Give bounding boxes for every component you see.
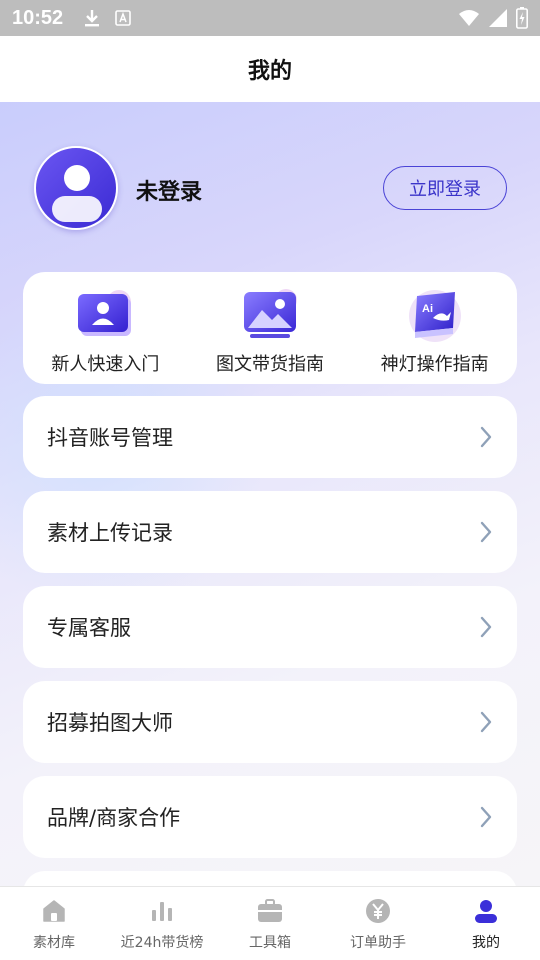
guide-item-image-text[interactable]: 图文带货指南: [188, 272, 353, 384]
menu-item-douyin-account[interactable]: 抖音账号管理: [23, 396, 517, 478]
tab-toolbox[interactable]: 工具箱: [216, 887, 324, 960]
guide-label: 神灯操作指南: [380, 354, 489, 375]
guide-label: 新人快速入门: [51, 354, 160, 375]
tab-materials[interactable]: 素材库: [0, 887, 108, 960]
menu-item-label: 招募拍图大师: [47, 711, 173, 735]
chevron-right-icon: [480, 616, 492, 638]
main-content: 未登录 立即登录 新人快速入门 图文带货指南 Ai 神灯操作指南 抖音账号管理 …: [0, 102, 540, 886]
guide-label: 图文带货指南: [216, 354, 324, 375]
svg-text:Ai: Ai: [422, 303, 433, 315]
user-icon: [64, 165, 90, 191]
user-card-icon: [78, 290, 132, 336]
chevron-right-icon: [480, 521, 492, 543]
chevron-right-icon: [480, 806, 492, 828]
menu-item-upload-records[interactable]: 素材上传记录: [23, 491, 517, 573]
menu-item-customer-service[interactable]: 专属客服: [23, 586, 517, 668]
tab-label: 我的: [472, 935, 500, 951]
login-button[interactable]: 立即登录: [383, 166, 507, 210]
tab-order-assistant[interactable]: 订单助手: [324, 887, 432, 960]
chevron-right-icon: [480, 426, 492, 448]
status-bar: 10:52: [0, 0, 540, 36]
a-icon: [115, 10, 131, 26]
tab-mine[interactable]: 我的: [432, 887, 540, 960]
guides-card: 新人快速入门 图文带货指南 Ai 神灯操作指南: [23, 272, 517, 384]
tab-ranking[interactable]: 近24h带货榜: [108, 887, 216, 960]
menu-item-label: 素材上传记录: [47, 521, 173, 545]
ai-book-icon: Ai: [408, 290, 461, 342]
bar-chart-icon: [152, 902, 172, 921]
toolbox-icon: [258, 899, 282, 922]
user-icon: [475, 900, 497, 923]
menu-item-label: 专属客服: [47, 616, 131, 640]
menu-item-recruit-photographer[interactable]: 招募拍图大师: [23, 681, 517, 763]
tab-label: 素材库: [33, 935, 75, 951]
menu-item-label: 抖音账号管理: [47, 426, 173, 450]
tab-label: 近24h带货榜: [120, 935, 204, 951]
image-gallery-icon: [244, 289, 297, 338]
menu-item-brand-cooperation[interactable]: 品牌/商家合作: [23, 776, 517, 858]
menu-item-partial[interactable]: [23, 871, 517, 886]
battery-icon: [516, 7, 528, 29]
menu-item-label: 品牌/商家合作: [47, 806, 181, 830]
guide-item-newbie[interactable]: 新人快速入门: [23, 272, 188, 384]
chevron-right-icon: [480, 711, 492, 733]
wifi-icon: [459, 10, 479, 26]
guide-item-lamp[interactable]: Ai 神灯操作指南: [352, 272, 517, 384]
yen-icon: [366, 899, 390, 923]
home-icon: [43, 900, 65, 922]
tab-label: 工具箱: [249, 935, 291, 951]
status-time: 10:52: [12, 6, 64, 29]
signal-icon: [489, 9, 507, 27]
bottom-tab-bar: 素材库 近24h带货榜 工具箱 订单助手 我的: [0, 886, 540, 960]
tab-label: 订单助手: [350, 935, 406, 951]
download-icon: [85, 10, 100, 27]
page-title: 我的: [247, 59, 292, 84]
username[interactable]: 未登录: [136, 174, 202, 206]
page-header: 我的: [0, 36, 540, 102]
avatar[interactable]: [34, 146, 118, 230]
